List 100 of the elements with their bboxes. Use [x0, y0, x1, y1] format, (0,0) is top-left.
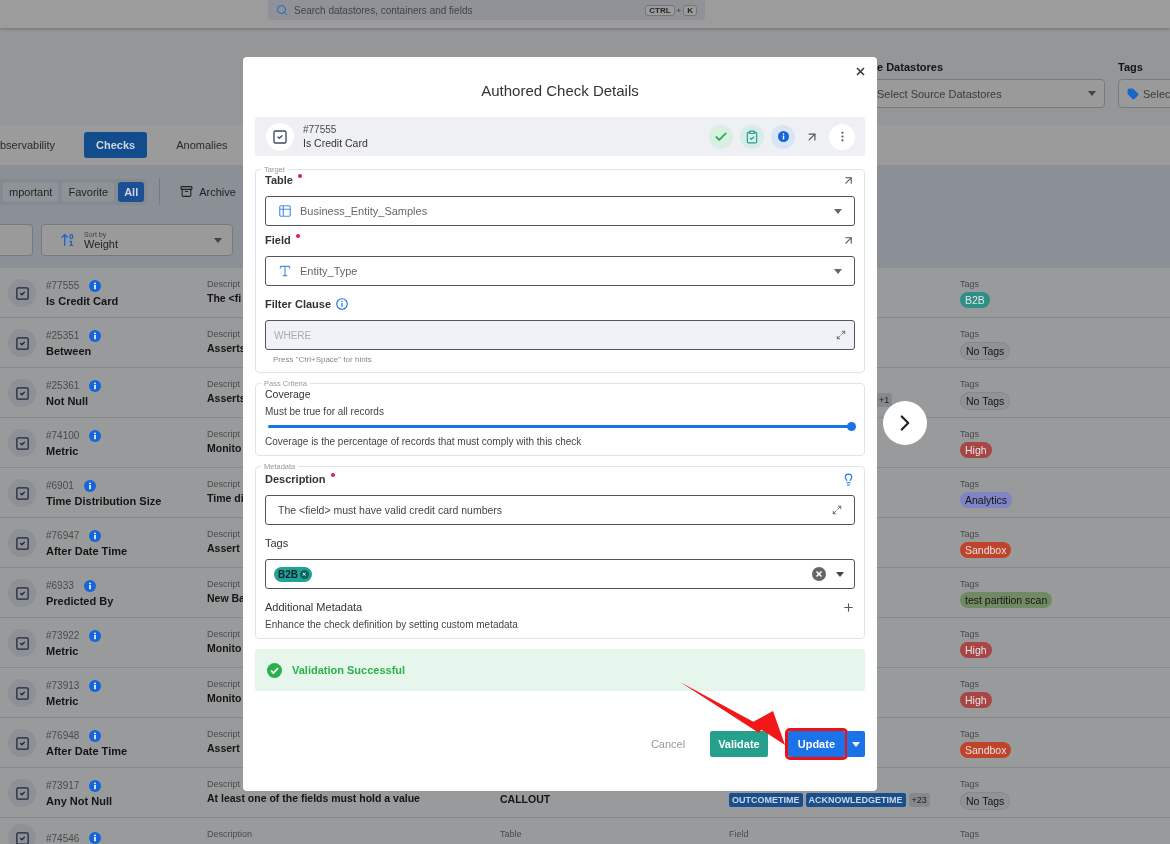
check-id: #25361 [46, 380, 80, 391]
additional-metadata-title: Additional Metadata [265, 601, 363, 613]
filter-select[interactable]: Selec [1118, 79, 1170, 108]
info-icon [89, 629, 102, 642]
tag-pill: No Tags [960, 342, 1011, 360]
check-status-icon [709, 124, 733, 149]
check-icon [8, 379, 36, 407]
clipboard-check-icon [740, 124, 764, 149]
field-label: Tags [265, 537, 289, 549]
field-label: Description [265, 473, 326, 485]
tags-label: Tags [960, 829, 979, 839]
caret-icon [214, 237, 222, 243]
check-icon [8, 729, 36, 757]
description-label: Description [207, 829, 253, 839]
archive-icon [180, 185, 194, 198]
info-outline-icon [336, 298, 349, 310]
caret-icon [1088, 91, 1096, 96]
tags-select[interactable]: B2B [265, 559, 855, 589]
check-icon [8, 329, 36, 357]
input-placeholder: WHERE [274, 329, 312, 341]
description-label: Descript [207, 379, 240, 389]
expand-icon[interactable] [832, 505, 842, 515]
tab[interactable]: Anomalies [164, 132, 240, 158]
cancel-button[interactable]: Cancel [642, 731, 694, 757]
description-text: Assert [207, 542, 240, 554]
plus-icon[interactable] [842, 600, 855, 614]
check-id: #73917 [46, 780, 80, 791]
description-label: Descript [207, 479, 240, 489]
tag-pill: High [960, 642, 992, 658]
tab[interactable]: Checks [84, 132, 148, 158]
search-field[interactable]: Search datastores, containers and fields CTRL + K [268, 0, 705, 20]
check-icon [8, 429, 36, 457]
check-id: #77555 [46, 280, 80, 291]
clear-icon[interactable] [812, 567, 826, 581]
description-label: Descript [207, 629, 240, 639]
check-name: Is Credit Card [303, 137, 368, 149]
tag-pill: No Tags [960, 392, 1011, 410]
info-icon [777, 131, 789, 142]
description-text: Monito [207, 642, 242, 654]
check-icon [8, 824, 36, 844]
check-icon [8, 279, 36, 307]
archive-button[interactable]: Archive [172, 185, 236, 198]
alert-text: Validation Successful [292, 664, 406, 676]
filter-chip[interactable]: mportant [3, 181, 59, 202]
tag-pill: High [960, 692, 992, 708]
info-icon [89, 832, 102, 844]
description-label: Descript [207, 329, 240, 339]
expand-icon[interactable] [836, 330, 846, 340]
filter-chip[interactable]: All [118, 181, 145, 202]
validate-button[interactable]: Validate [710, 731, 768, 757]
tag-icon [1127, 87, 1139, 100]
remove-icon[interactable] [300, 569, 309, 579]
field-chip: ACKNOWLEDGETIME [805, 793, 906, 807]
check-name: Is Credit Card [46, 294, 119, 307]
description-text: Monito [207, 692, 242, 704]
check-row[interactable]: #74546 Description Table Field Tags [0, 818, 1170, 844]
search-placeholder: Search datastores, containers and fields [294, 4, 473, 16]
filter-chip[interactable]: Favorite [62, 181, 115, 202]
check-name: Metric [46, 444, 80, 457]
check-id: #73913 [46, 680, 80, 691]
check-id: #73922 [46, 630, 80, 641]
input-value: The <field> must have valid credit card numbers [278, 504, 503, 516]
field-label: Field [265, 234, 291, 246]
table-select[interactable]: Business_Entity_Samples [265, 196, 855, 226]
tag-pill: B2B [960, 292, 990, 308]
check-id: #76948 [46, 730, 80, 741]
tab[interactable]: bservability [0, 132, 68, 158]
update-button[interactable]: Update [787, 731, 845, 757]
field-chip: OUTCOMETIME [729, 793, 803, 807]
check-id: #77555 [303, 124, 338, 135]
tags-label: Tags [960, 329, 979, 339]
tag-pill: Sandbox [960, 742, 1012, 758]
close-button[interactable] [854, 65, 867, 78]
check-circle-icon [267, 662, 282, 678]
shortcut-key: K [683, 4, 697, 16]
filter-label: Tags [1118, 61, 1144, 73]
split-menu-button[interactable] [847, 731, 865, 757]
check-icon [8, 479, 36, 507]
caret-icon [834, 208, 842, 214]
select-placeholder: Selec [1143, 87, 1170, 100]
check-id: #6933 [46, 580, 74, 591]
description-input[interactable]: The <field> must have valid credit card numbers [265, 495, 855, 525]
check-name: After Date Time [46, 744, 128, 757]
tags-label: Tags [960, 529, 979, 539]
lightbulb-icon[interactable] [842, 472, 855, 486]
slider-thumb[interactable] [847, 422, 856, 431]
check-icon [8, 779, 36, 807]
filter-field[interactable] [0, 224, 33, 256]
field-select[interactable]: Entity_Type [265, 256, 855, 286]
description-label: Descript [207, 429, 240, 439]
info-icon [89, 429, 102, 442]
more-count: +23 [908, 793, 930, 807]
description-text: Time di [207, 492, 244, 504]
check-icon [8, 579, 36, 607]
coverage-title: Coverage [265, 388, 311, 400]
coverage-note: Coverage is the percentage of records that must comply with this check [265, 436, 583, 447]
description-text: At least one of the fields must hold a value [207, 792, 420, 804]
info-icon [83, 479, 96, 492]
description-label: Descript [207, 279, 240, 289]
info-icon [89, 279, 102, 292]
